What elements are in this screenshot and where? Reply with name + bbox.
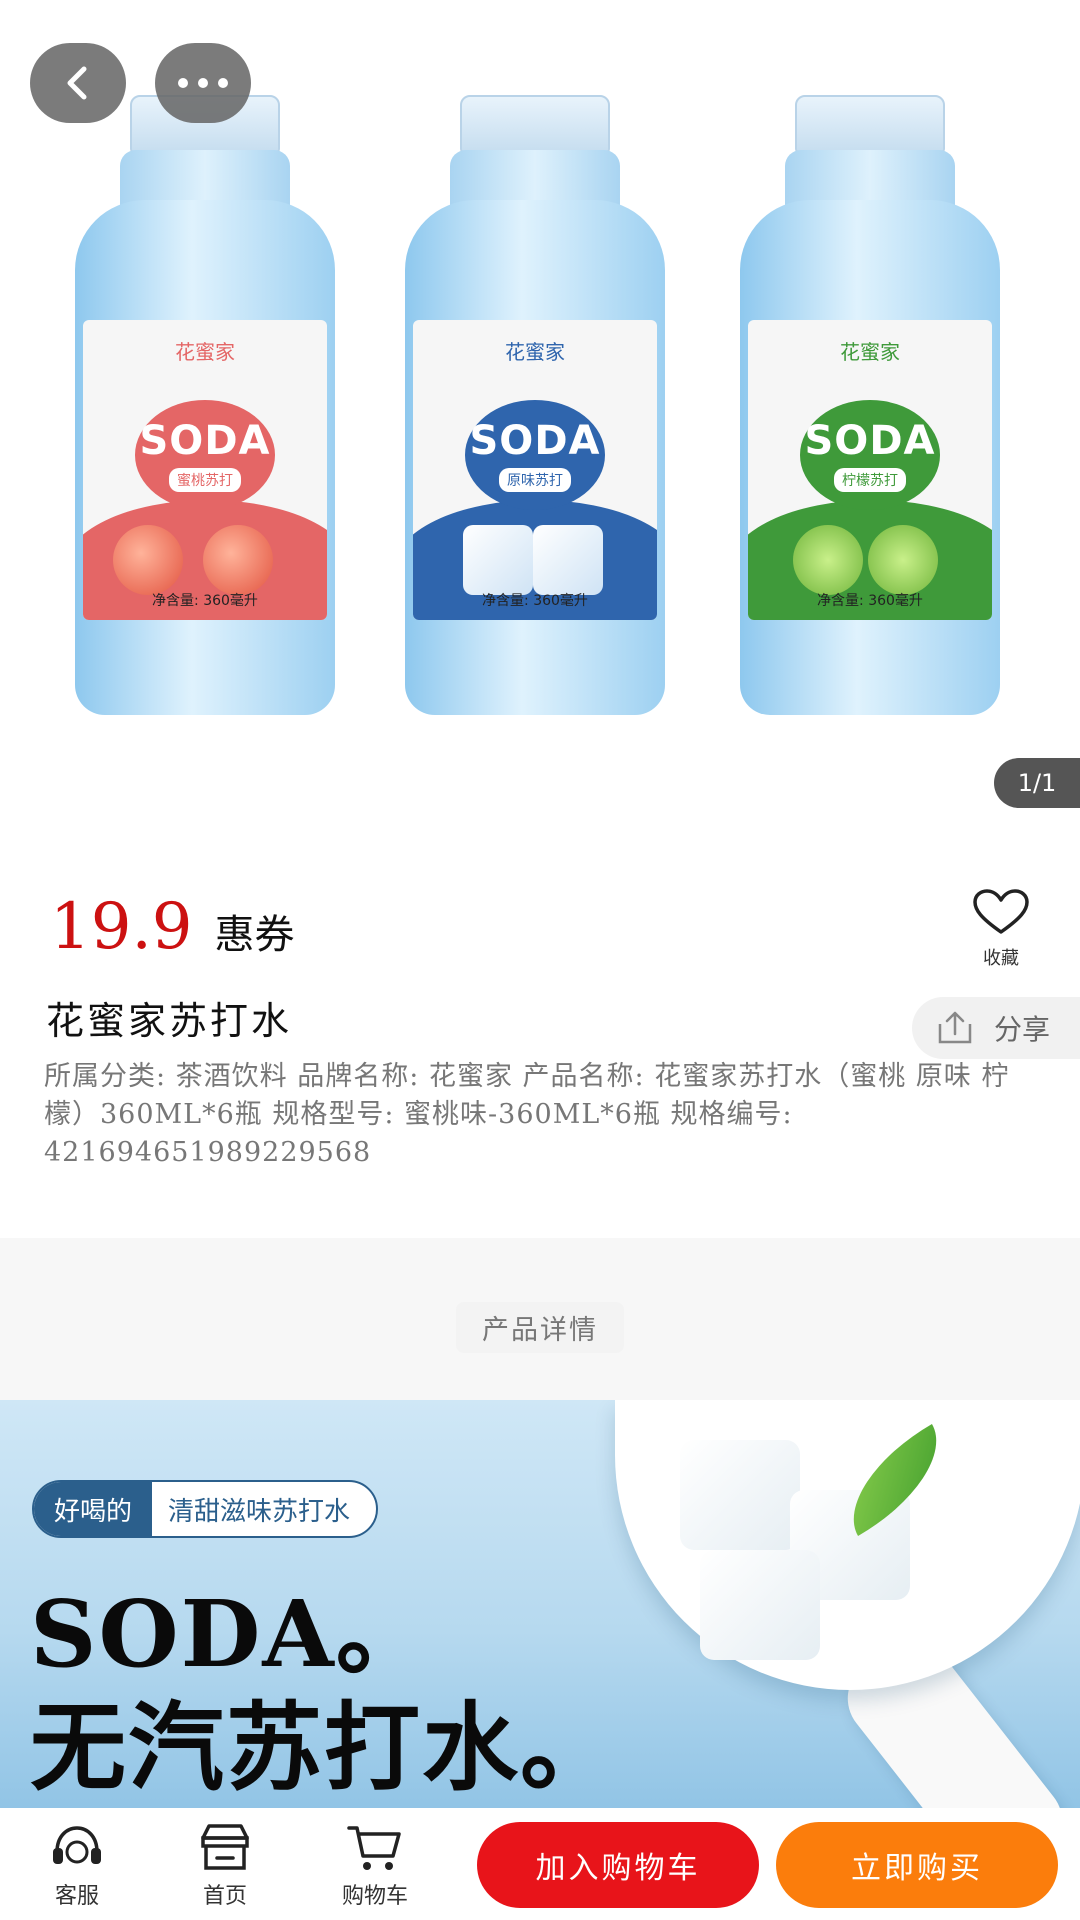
price: 19.9 [50, 890, 193, 964]
share-label: 分享 [994, 1013, 1051, 1046]
soda-badge: SODA 原味苏打 [465, 400, 605, 510]
ice-cube-image [463, 525, 533, 595]
more-dots-icon [178, 78, 228, 88]
home-button[interactable]: 首页 [170, 1822, 280, 1910]
share-button[interactable]: 分享 [912, 997, 1080, 1059]
banner-headline-cn: 无汽苏打水。 [30, 1692, 618, 1804]
bottle-brand: 花蜜家 [505, 339, 565, 364]
more-button[interactable] [155, 43, 251, 123]
net-content: 净含量: 360毫升 [152, 593, 258, 609]
cart-label: 购物车 [341, 1884, 408, 1909]
bottle-label: 花蜜家 SODA 原味苏打 净含量: 360毫升 [413, 320, 657, 620]
product-bottle-peach: 花蜜家 SODA 蜜桃苏打 净含量: 360毫升 [75, 95, 335, 715]
bottle-neck [120, 150, 290, 205]
soda-badge: SODA 柠檬苏打 [800, 400, 940, 510]
product-description: 所属分类: 茶酒饮料 品牌名称: 花蜜家 产品名称: 花蜜家苏打水（蜜桃 原味 … [44, 1061, 1010, 1168]
banner-tag-right: 清甜滋味苏打水 [168, 1496, 351, 1527]
image-pager: 1/1 [994, 758, 1080, 808]
product-info-card: 19.9 惠券 收藏 花蜜家苏打水 分享 所属分类: 茶酒饮料 品牌名称: 花蜜… [0, 830, 1080, 1225]
store-icon [201, 1824, 249, 1870]
customer-service-button[interactable]: 客服 [22, 1822, 132, 1910]
add-to-cart-button[interactable]: 加入购物车 [477, 1822, 759, 1908]
heart-icon [973, 889, 1029, 934]
cart-button[interactable]: 购物车 [320, 1822, 430, 1910]
detail-banner-image: 好喝的 清甜滋味苏打水 SODA。 无汽苏打水。 [0, 1400, 1080, 1820]
bottle-neck [785, 150, 955, 205]
details-heading-label: 产品详情 [456, 1302, 624, 1353]
product-bottle-original: 花蜜家 SODA 原味苏打 净含量: 360毫升 [405, 95, 665, 715]
bottle-brand: 花蜜家 [840, 339, 900, 364]
customer-service-label: 客服 [54, 1884, 99, 1909]
bottle-cap [795, 95, 945, 153]
peach-image [113, 525, 183, 595]
net-content: 净含量: 360毫升 [482, 593, 588, 609]
price-row: 19.9 惠券 [50, 890, 295, 964]
details-heading: 产品详情 [0, 1302, 1080, 1353]
lime-image [793, 525, 863, 595]
chevron-left-icon [67, 66, 87, 100]
sugar-cube [680, 1440, 800, 1550]
favorite-button[interactable]: 收藏 [966, 888, 1036, 970]
headset-icon [53, 1826, 101, 1864]
ice-cube-image [533, 525, 603, 595]
banner-tag: 好喝的 清甜滋味苏打水 [32, 1480, 379, 1538]
product-title: 花蜜家苏打水 [46, 999, 293, 1043]
favorite-label: 收藏 [983, 948, 1019, 969]
soda-badge: SODA 蜜桃苏打 [135, 400, 275, 510]
bottle-neck [450, 150, 620, 205]
product-image-gallery[interactable]: 花蜜家 SODA 蜜桃苏打 净含量: 360毫升 花蜜家 SODA 原味苏打 净… [0, 0, 1080, 830]
net-content: 净含量: 360毫升 [817, 593, 923, 609]
sugar-cube [700, 1550, 820, 1660]
bottle-label: 花蜜家 SODA 蜜桃苏打 净含量: 360毫升 [83, 320, 327, 620]
back-button[interactable] [30, 43, 126, 123]
product-bottle-lemon: 花蜜家 SODA 柠檬苏打 净含量: 360毫升 [740, 95, 1000, 715]
coupon-label: 惠券 [214, 912, 295, 958]
bottle-brand: 花蜜家 [175, 339, 235, 364]
home-label: 首页 [202, 1884, 247, 1909]
share-icon [938, 1011, 972, 1044]
bottle-label: 花蜜家 SODA 柠檬苏打 净含量: 360毫升 [748, 320, 992, 620]
lime-image [868, 525, 938, 595]
peach-image [203, 525, 273, 595]
buy-now-button[interactable]: 立即购买 [776, 1822, 1058, 1908]
banner-tag-left: 好喝的 [34, 1482, 153, 1536]
cart-icon [347, 1826, 401, 1870]
bottom-action-bar: 客服 首页 购物车 加入购物车 立即购买 [0, 1808, 1080, 1920]
bottle-cap [460, 95, 610, 153]
